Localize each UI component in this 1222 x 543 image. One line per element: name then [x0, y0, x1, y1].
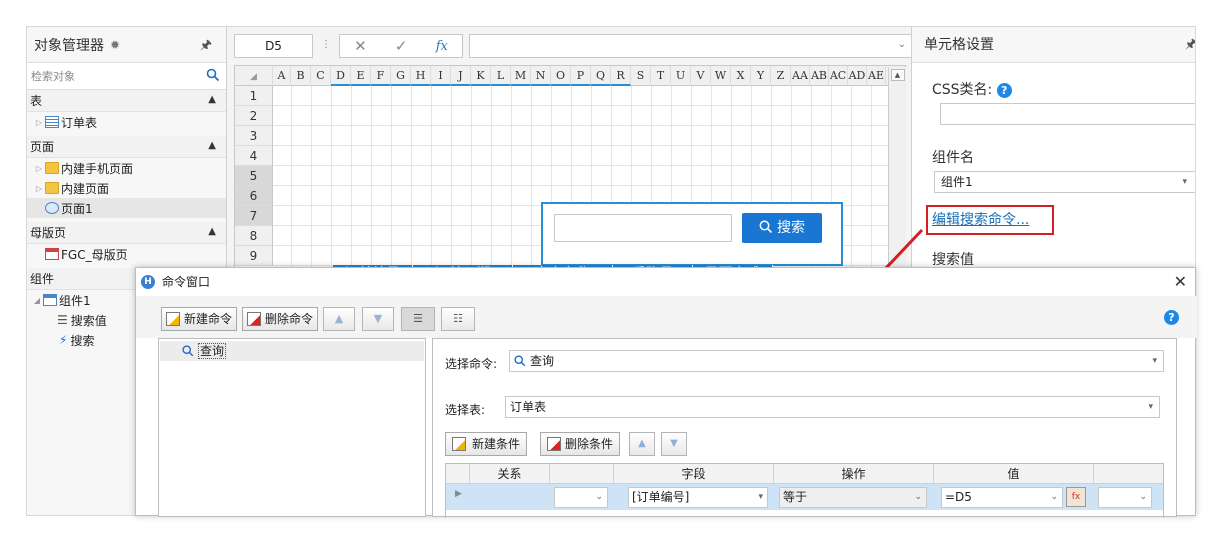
delete-condition-button[interactable]: 删除条件	[540, 432, 621, 456]
new-condition-label: 新建条件	[472, 437, 521, 451]
arrow-up-icon: ▲	[334, 312, 344, 325]
grid-header-operation: 操作	[774, 464, 934, 484]
arrow-down-icon: ▼	[373, 312, 383, 325]
new-command-button[interactable]: 新建命令	[161, 307, 238, 331]
select-table-label: 选择表:	[445, 403, 486, 417]
select-table-dropdown[interactable]: 订单表 ▾	[505, 396, 1160, 418]
grid-header-blank3	[1094, 464, 1163, 484]
chevron-down-icon[interactable]: ▾	[758, 488, 763, 507]
arrow-down-icon: ▼	[670, 438, 678, 449]
delete-icon	[247, 312, 261, 326]
grid-header-field: 字段	[614, 464, 774, 484]
close-icon[interactable]: ✕	[1174, 268, 1187, 296]
arrow-up-icon: ▲	[638, 438, 646, 449]
indent-icon: ☰	[413, 312, 423, 325]
select-command-value: 查询	[530, 354, 555, 368]
delete-icon	[547, 437, 561, 451]
chevron-down-icon[interactable]: ⌄	[914, 488, 922, 507]
list-icon: ☷	[453, 312, 463, 325]
condition-down-button[interactable]: ▼	[661, 432, 687, 456]
grid-header-relation: 关系	[470, 464, 550, 484]
command-window-titlebar: H 命令窗口 ✕	[136, 268, 1195, 296]
operation-select[interactable]: 等于 ⌄	[779, 487, 927, 508]
new-icon	[452, 437, 466, 451]
chevron-down-icon[interactable]: ⌄	[1050, 488, 1058, 507]
command-window-title: 命令窗口	[162, 275, 211, 289]
delete-command-button[interactable]: 删除命令	[242, 307, 319, 331]
chevron-down-icon[interactable]: ▾	[1148, 397, 1153, 417]
select-table-value: 订单表	[510, 400, 547, 414]
search-icon	[514, 355, 526, 367]
move-up-button[interactable]: ▲	[323, 307, 355, 331]
extra-select[interactable]: ⌄	[1098, 487, 1152, 508]
select-command-dropdown[interactable]: 查询 ▾	[509, 350, 1164, 372]
grid-header-blank	[446, 464, 470, 484]
condition-grid: 关系 字段 操作 值 ▶ ⌄ [订单编号] ▾ 等于 ⌄ =D5 ⌄ fx ⌄	[445, 463, 1164, 518]
chevron-down-icon[interactable]: ⌄	[595, 488, 603, 507]
relation-select[interactable]: ⌄	[554, 487, 608, 508]
command-detail: 选择命令: 查询 ▾ 选择表: 订单表 ▾ 新建条件 删除条件 ▲ ▼ 关系 字段 …	[432, 338, 1177, 518]
outdent-button[interactable]: ☷	[441, 307, 475, 331]
indent-button[interactable]: ☰	[401, 307, 435, 331]
delete-condition-label: 删除条件	[565, 437, 614, 451]
grid-header-value: 值	[934, 464, 1094, 484]
formula-picker-icon[interactable]: fx	[1066, 487, 1086, 507]
field-select[interactable]: [订单编号] ▾	[628, 487, 768, 508]
operation-value: 等于	[783, 490, 808, 504]
chevron-down-icon[interactable]: ▾	[1152, 351, 1157, 371]
condition-up-button[interactable]: ▲	[629, 432, 655, 456]
command-window: H 命令窗口 ✕ 新建命令 删除命令 ▲ ▼ ☰ ☷ ? 查询 选择命令: 查询…	[135, 267, 1197, 518]
command-list[interactable]: 查询	[158, 338, 426, 517]
select-command-label: 选择命令:	[445, 357, 498, 371]
delete-command-label: 删除命令	[265, 312, 314, 326]
list-item[interactable]: 查询	[160, 341, 424, 361]
chevron-down-icon[interactable]: ⌄	[1139, 488, 1147, 507]
search-icon	[182, 345, 194, 357]
grid-header-blank2	[550, 464, 614, 484]
field-value: [订单编号]	[632, 490, 690, 504]
move-down-button[interactable]: ▼	[362, 307, 394, 331]
value-text: =D5	[945, 490, 972, 504]
command-toolbar: 新建命令 删除命令 ▲ ▼ ☰ ☷ ?	[136, 296, 1197, 338]
help-icon[interactable]: ?	[1164, 310, 1179, 325]
new-condition-button[interactable]: 新建条件	[445, 432, 528, 456]
table-row[interactable]: ▶ ⌄ [订单编号] ▾ 等于 ⌄ =D5 ⌄ fx ⌄	[446, 484, 1163, 510]
row-pointer-icon: ▶	[455, 489, 462, 499]
new-command-label: 新建命令	[184, 312, 233, 326]
command-item-label: 查询	[198, 343, 227, 359]
new-icon	[166, 312, 180, 326]
app-icon: H	[141, 275, 155, 289]
value-input[interactable]: =D5 ⌄	[941, 487, 1063, 508]
